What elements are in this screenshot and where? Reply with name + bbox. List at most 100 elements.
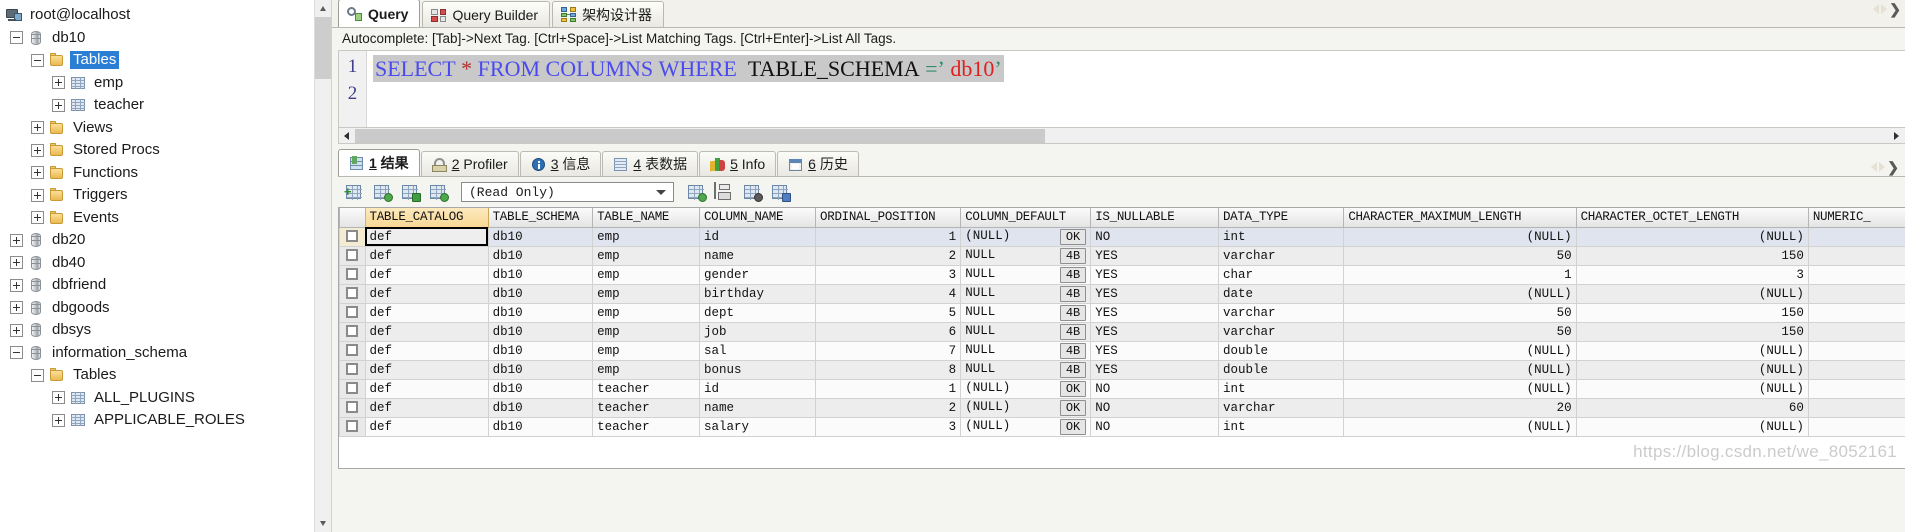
cell-ordinal_position[interactable]: 2	[815, 245, 962, 266]
row-select-checkbox[interactable]	[339, 245, 366, 266]
tree-node-dbgoods[interactable]: dbgoods	[0, 297, 331, 320]
editor-horizontal-scrollbar[interactable]	[338, 128, 1905, 144]
cell-numeric_[interactable]	[1807, 321, 1905, 342]
cell-table_schema[interactable]: db10	[487, 416, 594, 437]
expand-icon[interactable]	[31, 143, 44, 157]
cell-table_schema[interactable]: db10	[487, 302, 594, 323]
expand-icon[interactable]	[10, 323, 23, 337]
expand-icon[interactable]	[10, 278, 23, 292]
tree-node-triggers[interactable]: Triggers	[0, 184, 331, 207]
cell-character_octet_length[interactable]: 150	[1575, 302, 1809, 323]
cell-ordinal_position[interactable]: 5	[815, 302, 962, 323]
column-header-numeric_[interactable]: NUMERIC_	[1807, 208, 1905, 228]
result-tab-next-icon[interactable]	[1879, 162, 1886, 172]
cell-character_maximum_length[interactable]: (NULL)	[1343, 226, 1577, 247]
cell-table_schema[interactable]: db10	[487, 226, 594, 247]
cell-character_octet_length[interactable]: (NULL)	[1575, 359, 1809, 380]
cell-column_name[interactable]: id	[698, 226, 817, 247]
duplicate-row-icon[interactable]	[372, 183, 393, 202]
checkbox-icon[interactable]	[346, 287, 359, 300]
cell-character_octet_length[interactable]: (NULL)	[1575, 226, 1809, 247]
row-select-checkbox[interactable]	[339, 283, 366, 304]
cell-character_octet_length[interactable]: (NULL)	[1575, 416, 1809, 437]
cell-column_default[interactable]: NULL 4B	[960, 321, 1092, 342]
cell-column_name[interactable]: name	[698, 397, 817, 418]
hscroll-thumb[interactable]	[355, 128, 1045, 143]
table-row[interactable]: def db10 emp dept 5 NULL 4B YES varchar 50 150	[339, 302, 1905, 323]
insert-row-icon[interactable]	[428, 183, 449, 202]
result-tab-4[interactable]: 4 表数据	[602, 151, 699, 176]
cell-data_type[interactable]: int	[1217, 416, 1345, 437]
table-row[interactable]: def db10 teacher salary 3 (NULL) OK NO int (NULL)…	[339, 416, 1905, 437]
cell-data_type[interactable]: date	[1217, 283, 1345, 304]
save-grid-icon[interactable]	[714, 181, 735, 202]
hscroll-left-button[interactable]	[339, 129, 355, 143]
cell-table_schema[interactable]: db10	[487, 378, 594, 399]
copy-row-icon[interactable]	[400, 183, 421, 202]
cell-column_default[interactable]: NULL 4B	[960, 302, 1092, 323]
row-select-checkbox[interactable]	[339, 264, 366, 285]
result-tab-3[interactable]: 3 信息	[519, 151, 602, 176]
cell-numeric_[interactable]	[1807, 397, 1905, 418]
row-select-checkbox[interactable]	[339, 226, 366, 247]
collapse-icon[interactable]	[10, 31, 23, 45]
cell-column_default[interactable]: (NULL) OK	[960, 378, 1092, 399]
cell-column_name[interactable]: job	[698, 321, 817, 342]
table-row[interactable]: def db10 emp bonus 8 NULL 4B YES double (NULL) (NU…	[339, 359, 1905, 380]
cell-table_name[interactable]: emp	[592, 359, 700, 380]
result-tab-close-icon[interactable]: ❯	[1887, 160, 1899, 174]
cell-table_catalog[interactable]: def	[364, 359, 489, 380]
tree-node-events[interactable]: Events	[0, 207, 331, 230]
cell-numeric_[interactable]	[1807, 359, 1905, 380]
table-row[interactable]: def db10 emp birthday 4 NULL 4B YES date (NULL) (N…	[339, 283, 1905, 304]
result-tab-2[interactable]: 2 Profiler	[420, 151, 519, 176]
column-header-table_name[interactable]: TABLE_NAME	[592, 208, 700, 228]
expand-icon[interactable]	[52, 413, 65, 427]
cell-column_name[interactable]: gender	[698, 264, 817, 285]
tab-prev-icon[interactable]	[1873, 4, 1880, 14]
cell-column_default[interactable]: (NULL) OK	[960, 226, 1092, 247]
tab-close-icon[interactable]: ❯	[1889, 2, 1901, 16]
result-grid[interactable]: TABLE_CATALOG TABLE_SCHEMA TABLE_NAME COLUM…	[338, 207, 1905, 469]
cell-is_nullable[interactable]: YES	[1090, 245, 1219, 266]
tree-node-db10[interactable]: db10	[0, 27, 331, 50]
collapse-icon[interactable]	[31, 368, 44, 382]
cell-is_nullable[interactable]: YES	[1090, 264, 1219, 285]
cell-is_nullable[interactable]: NO	[1090, 378, 1219, 399]
cell-data_type[interactable]: int	[1217, 378, 1345, 399]
cell-column_name[interactable]: name	[698, 245, 817, 266]
table-row[interactable]: def db10 emp sal 7 NULL 4B YES double (NULL) (NULL…	[339, 340, 1905, 361]
cell-table_name[interactable]: teacher	[592, 378, 700, 399]
scroll-down-button[interactable]	[315, 515, 331, 532]
cell-table_schema[interactable]: db10	[487, 245, 594, 266]
tree-node-tables[interactable]: Tables	[0, 49, 331, 72]
cell-is_nullable[interactable]: YES	[1090, 321, 1219, 342]
cell-table_schema[interactable]: db10	[487, 359, 594, 380]
cell-table_name[interactable]: emp	[592, 245, 700, 266]
refresh-grid-icon[interactable]	[686, 183, 707, 202]
result-tab-prev-icon[interactable]	[1871, 162, 1878, 172]
cell-character_maximum_length[interactable]: (NULL)	[1343, 359, 1577, 380]
cell-character_octet_length[interactable]: 3	[1575, 264, 1809, 285]
cell-table_schema[interactable]: db10	[487, 283, 594, 304]
expand-icon[interactable]	[52, 76, 65, 90]
cell-column_default[interactable]: (NULL) OK	[960, 397, 1092, 418]
cell-is_nullable[interactable]: YES	[1090, 340, 1219, 361]
tree-node-db40[interactable]: db40	[0, 252, 331, 275]
cell-column_name[interactable]: dept	[698, 302, 817, 323]
cell-table_name[interactable]: emp	[592, 283, 700, 304]
cell-table_schema[interactable]: db10	[487, 397, 594, 418]
cell-ordinal_position[interactable]: 1	[815, 226, 962, 247]
tree-node-db20[interactable]: db20	[0, 229, 331, 252]
cell-data_type[interactable]: int	[1217, 226, 1345, 247]
cell-character_maximum_length[interactable]: (NULL)	[1343, 416, 1577, 437]
cell-character_octet_length[interactable]: (NULL)	[1575, 283, 1809, 304]
checkbox-icon[interactable]	[346, 420, 359, 433]
table-row[interactable]: def db10 teacher id 1 (NULL) OK NO int (NULL) (NUL…	[339, 378, 1905, 399]
cell-table_catalog[interactable]: def	[364, 245, 489, 266]
cell-column_name[interactable]: salary	[698, 416, 817, 437]
expand-icon[interactable]	[31, 121, 44, 135]
tree-node-dbsys[interactable]: dbsys	[0, 319, 331, 342]
cell-column_default[interactable]: NULL 4B	[960, 245, 1092, 266]
checkbox-icon[interactable]	[346, 382, 359, 395]
